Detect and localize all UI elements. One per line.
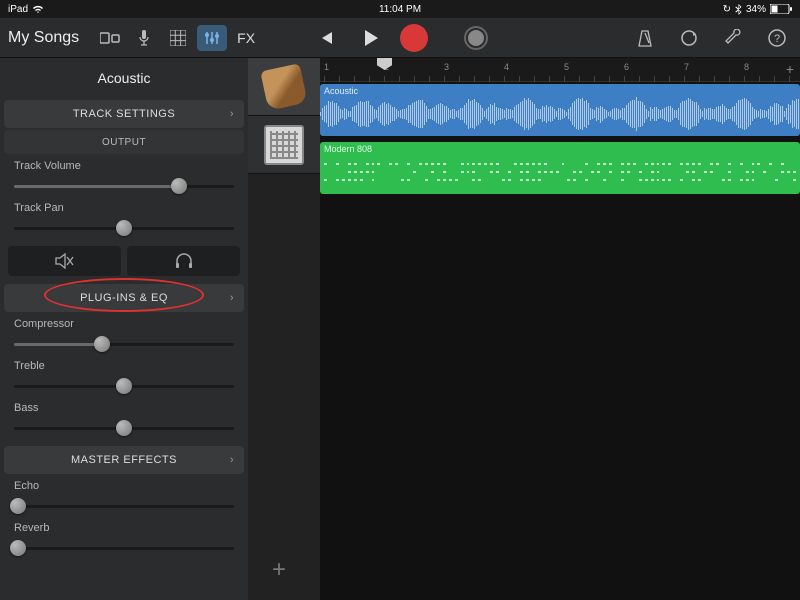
track-icons-column: +	[248, 58, 320, 600]
top-toolbar: My Songs FX	[0, 18, 800, 58]
track-volume-slider[interactable]	[14, 176, 234, 196]
headphones-solo-button[interactable]	[127, 246, 240, 276]
treble-slider[interactable]	[14, 376, 234, 396]
plugins-eq-header[interactable]: PLUG-INS & EQ ›	[4, 284, 244, 312]
metronome-icon[interactable]	[630, 25, 660, 51]
compressor-slider[interactable]	[14, 334, 234, 354]
battery-percent: 34%	[746, 4, 766, 15]
grid-icon[interactable]	[163, 25, 193, 51]
loop-icon[interactable]	[674, 25, 704, 51]
fx-button[interactable]: FX	[231, 30, 261, 46]
ruler-mark: 5	[564, 62, 569, 72]
reverb-label: Reverb	[14, 522, 234, 534]
selected-track-name: Acoustic	[0, 58, 248, 96]
region-modern-808[interactable]: Modern 808	[320, 142, 800, 194]
ruler-mark: 6	[624, 62, 629, 72]
timeline-area: + + 12345678 Acoustic Modern 808	[248, 58, 800, 600]
guitar-icon	[260, 63, 307, 110]
stop-indicator[interactable]	[464, 26, 488, 50]
battery-icon	[770, 4, 792, 14]
track-controls-icon[interactable]	[197, 25, 227, 51]
mute-button[interactable]	[8, 246, 121, 276]
ruler-mark: 3	[444, 62, 449, 72]
device-label: iPad	[8, 4, 28, 15]
add-section-button[interactable]: +	[786, 61, 794, 77]
master-effects-header[interactable]: MASTER EFFECTS ›	[4, 446, 244, 474]
svg-text:?: ?	[774, 33, 780, 45]
status-bar: iPad 11:04 PM ↻ 34%	[0, 0, 800, 18]
help-icon[interactable]: ?	[762, 25, 792, 51]
track-pan-slider[interactable]	[14, 218, 234, 238]
ruler-mark: 7	[684, 62, 689, 72]
reverb-slider[interactable]	[14, 538, 234, 558]
orientation-lock-icon: ↻	[723, 4, 731, 15]
echo-slider[interactable]	[14, 496, 234, 516]
chevron-right-icon: ›	[230, 454, 234, 466]
output-header: OUTPUT	[4, 130, 244, 154]
bluetooth-icon	[735, 4, 742, 15]
chevron-right-icon: ›	[230, 292, 234, 304]
play-button[interactable]	[356, 25, 386, 51]
clock: 11:04 PM	[379, 4, 421, 15]
chevron-right-icon: ›	[230, 108, 234, 120]
add-track-button[interactable]: +	[272, 556, 286, 584]
drum-machine-icon	[264, 125, 304, 165]
settings-wrench-icon[interactable]	[718, 25, 748, 51]
ruler-mark: 4	[504, 62, 509, 72]
mic-icon[interactable]	[129, 25, 159, 51]
waveform-acoustic	[320, 98, 800, 130]
track-pan-label: Track Pan	[14, 202, 234, 214]
track-volume-label: Track Volume	[14, 160, 234, 172]
treble-label: Treble	[14, 360, 234, 372]
midi-pattern	[324, 160, 796, 184]
compressor-label: Compressor	[14, 318, 234, 330]
bass-label: Bass	[14, 402, 234, 414]
rewind-button[interactable]	[312, 25, 342, 51]
wifi-icon	[32, 4, 44, 14]
echo-label: Echo	[14, 480, 234, 492]
record-button[interactable]	[400, 24, 428, 52]
ruler-mark: 8	[744, 62, 749, 72]
bass-slider[interactable]	[14, 418, 234, 438]
region-acoustic[interactable]: Acoustic	[320, 84, 800, 136]
track-icon-acoustic[interactable]	[248, 58, 320, 116]
browser-toggle-icon[interactable]	[95, 25, 125, 51]
track-sidebar: Acoustic TRACK SETTINGS › OUTPUT Track V…	[0, 58, 248, 600]
timeline-ruler[interactable]: + 12345678	[320, 58, 800, 82]
ruler-mark: 1	[324, 62, 329, 72]
back-my-songs[interactable]: My Songs	[8, 29, 79, 47]
track-icon-modern-808[interactable]	[248, 116, 320, 174]
track-settings-header[interactable]: TRACK SETTINGS ›	[4, 100, 244, 128]
